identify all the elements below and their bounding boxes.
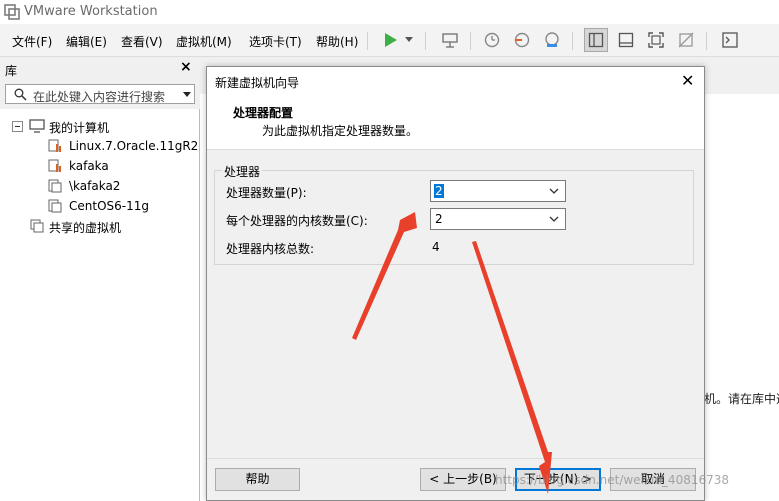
library-tree: 我的计算机 Linux.7.Oracle.11gR2 kafaka \kafak… (0, 109, 200, 501)
tree-my-computer[interactable]: 我的计算机 (49, 119, 109, 136)
dialog-footer-divider (207, 458, 704, 459)
menu-tabs[interactable]: 选项卡(T) (249, 33, 302, 50)
send-keys-icon[interactable] (438, 28, 462, 52)
tree-vm-centos[interactable]: CentOS6-11g (69, 199, 149, 213)
search-placeholder: 在此处键入内容进行搜索 (33, 90, 166, 104)
collapse-icon[interactable] (12, 121, 23, 132)
back-button[interactable]: < 上一步(B) (420, 468, 506, 491)
watermark: https://blog.csdn.net/weixin_40816738 (495, 473, 730, 487)
terminal-icon[interactable] (718, 28, 742, 52)
menu-view[interactable]: 查看(V) (121, 33, 163, 50)
processor-group-label: 处理器 (222, 163, 263, 180)
toolbar-separator (572, 32, 573, 50)
library-close-button[interactable]: × (180, 59, 192, 75)
dialog-heading: 处理器配置 (233, 106, 294, 120)
unity-icon[interactable] (674, 28, 698, 52)
play-icon[interactable] (378, 28, 402, 52)
processors-select[interactable]: 2 (430, 180, 566, 202)
menu-vm[interactable]: 虚拟机(M) (176, 33, 232, 50)
shared-vms-icon (30, 219, 44, 233)
cores-label: 每个处理器的内核数量(C): (226, 214, 368, 228)
toolbar-separator (470, 32, 471, 50)
toolbar-separator (425, 32, 426, 50)
vmware-logo-icon (4, 4, 20, 20)
toolbar-separator (706, 32, 707, 50)
manage-snapshots-icon[interactable] (540, 28, 564, 52)
cores-select[interactable]: 2 (430, 208, 566, 230)
menu-file[interactable]: 文件(F) (12, 33, 52, 50)
snapshot-icon[interactable] (480, 28, 504, 52)
revert-snapshot-icon[interactable] (510, 28, 534, 52)
total-cores-value: 4 (432, 240, 440, 254)
computer-icon (29, 119, 45, 133)
processors-value: 2 (434, 184, 444, 198)
tree-shared-vms[interactable]: 共享的虚拟机 (49, 219, 121, 236)
vm-icon (48, 179, 62, 193)
dropdown-arrow-icon[interactable] (402, 28, 416, 52)
chevron-down-icon (549, 188, 559, 194)
vm-icon (48, 199, 62, 213)
chevron-down-icon[interactable] (183, 92, 191, 97)
cores-value: 2 (435, 212, 443, 226)
library-view-icon[interactable] (584, 28, 608, 52)
main-hint-text: 机。请在库中选 (704, 392, 779, 406)
menu-help[interactable]: 帮助(H) (316, 33, 358, 50)
total-cores-label: 处理器内核总数: (226, 242, 315, 256)
vm-icon (48, 139, 61, 152)
dialog-subheading: 为此虚拟机指定处理器数量。 (262, 124, 419, 138)
dialog-title: 新建虚拟机向导 (215, 76, 300, 90)
window-title: VMware Workstation (24, 4, 158, 19)
tree-vm-kafaka[interactable]: kafaka (69, 159, 109, 173)
toolbar-separator (367, 32, 368, 50)
console-view-icon[interactable] (614, 28, 638, 52)
chevron-down-icon (549, 216, 559, 222)
menu-edit[interactable]: 编辑(E) (66, 33, 107, 50)
help-button[interactable]: 帮助 (215, 468, 300, 491)
dialog-close-button[interactable]: ✕ (681, 71, 694, 90)
fullscreen-icon[interactable] (644, 28, 668, 52)
library-header (0, 57, 200, 81)
tree-vm-kafaka2[interactable]: \kafaka2 (69, 179, 120, 193)
search-icon (14, 88, 27, 101)
tree-vm-linux-oracle[interactable]: Linux.7.Oracle.11gR2 (69, 139, 198, 153)
library-title: 库 (5, 64, 18, 78)
vm-icon (48, 159, 61, 172)
processors-label: 处理器数量(P): (226, 186, 307, 200)
menu-toolbar: 文件(F) 编辑(E) 查看(V) 虚拟机(M) 选项卡(T) 帮助(H) (0, 24, 779, 57)
